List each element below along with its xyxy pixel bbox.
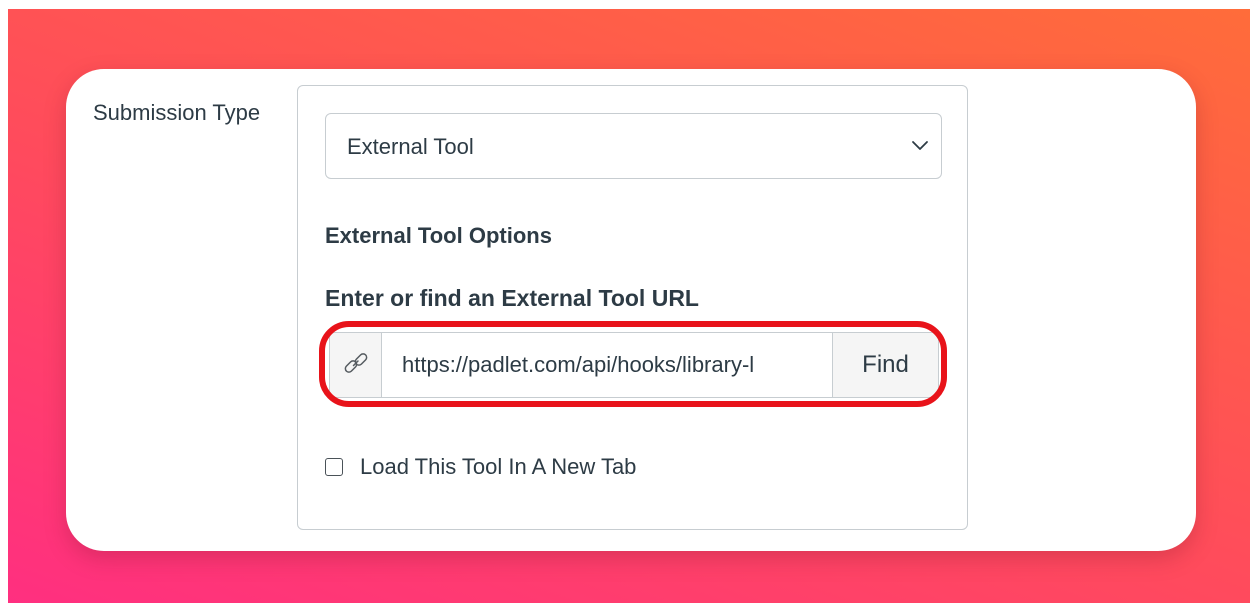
new-tab-checkbox[interactable]: [325, 458, 343, 476]
gradient-background: Submission Type External Tool External T…: [8, 9, 1250, 603]
submission-type-selected-value: External Tool: [347, 134, 474, 159]
submission-type-panel: External Tool External Tool Options Ente…: [297, 85, 968, 530]
url-field-label: Enter or find an External Tool URL: [325, 285, 699, 311]
external-tool-url-input[interactable]: [382, 333, 834, 397]
link-addon: [330, 333, 382, 397]
link-icon: [344, 353, 368, 373]
submission-type-select[interactable]: External Tool: [325, 113, 942, 179]
form-card: Submission Type External Tool External T…: [66, 69, 1196, 551]
find-button[interactable]: Find: [832, 333, 938, 397]
submission-type-label: Submission Type: [93, 100, 261, 125]
external-tool-options-heading: External Tool Options: [325, 223, 552, 248]
new-tab-checkbox-label[interactable]: Load This Tool In A New Tab: [360, 454, 636, 480]
url-input-group: Find: [329, 332, 939, 398]
chevron-down-icon: [912, 141, 928, 150]
